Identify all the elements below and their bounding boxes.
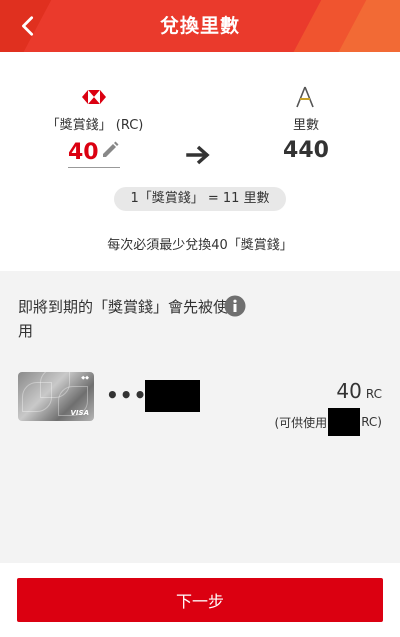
card-rc-balance: 40 RC xyxy=(336,379,382,403)
miles-amount: 440 xyxy=(283,138,329,163)
credit-card-image: ◆◆ VISA xyxy=(18,372,94,421)
exchange-summary: 「獎賞錢」 (RC) 里數 40 440 1「獎賞錢」 = 11 里數 每次必須… xyxy=(0,52,400,271)
available-suffix: RC) xyxy=(361,415,382,429)
edit-icon[interactable] xyxy=(100,140,120,160)
conversion-rate-badge: 1「獎賞錢」 = 11 里數 xyxy=(114,187,286,211)
airline-logo-icon xyxy=(296,86,314,108)
next-step-button[interactable]: 下一步 xyxy=(17,578,383,622)
card-network-label: VISA xyxy=(70,409,89,417)
available-prefix: (可供使用 xyxy=(274,415,328,430)
page-title: 兌換里數 xyxy=(159,15,240,37)
minimum-exchange-note: 每次必須最少兌換40「獎賞錢」 xyxy=(107,238,293,253)
reward-cash-amount: 40 xyxy=(68,140,99,165)
hsbc-logo-icon xyxy=(82,90,106,104)
available-rc: (可供使用 RC) xyxy=(274,408,382,436)
card-section: 即將到期的「獎賞錢」會先被使用 ◆◆ VISA •••• 40 RC (可供使用 … xyxy=(0,271,400,563)
reward-cash-label: 「獎賞錢」 (RC) xyxy=(46,118,144,133)
app-header: 兌換里數 xyxy=(0,0,400,52)
expiring-points-notice: 即將到期的「獎賞錢」會先被使用 xyxy=(18,298,229,340)
miles-label: 里數 xyxy=(292,118,319,133)
redacted-card-digits xyxy=(145,380,200,412)
redacted-available-amount xyxy=(328,408,361,436)
arrow-right-icon xyxy=(186,145,210,165)
card-rc-value: 40 xyxy=(336,379,362,403)
info-icon[interactable] xyxy=(224,295,246,317)
card-rc-unit: RC xyxy=(365,387,382,401)
card-bank-mark: ◆◆ xyxy=(81,375,89,381)
